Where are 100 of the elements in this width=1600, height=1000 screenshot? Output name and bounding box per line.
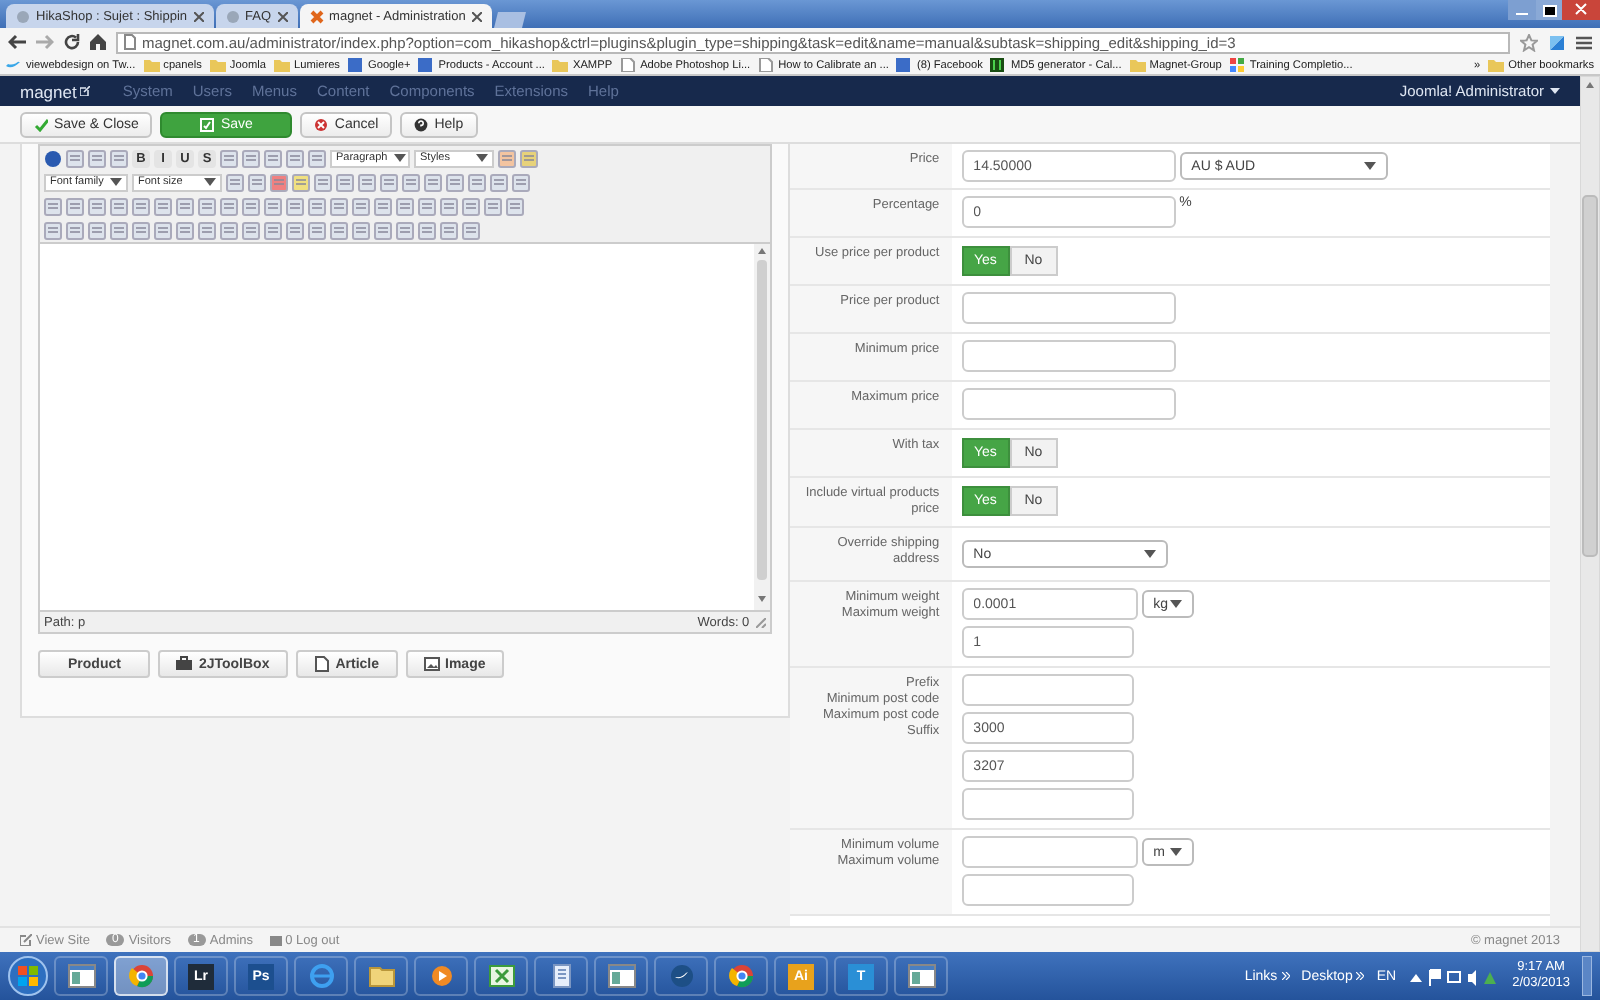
window-controls-icon[interactable]: [1508, 0, 1600, 20]
tool-icon[interactable]: [110, 149, 128, 167]
back-icon[interactable]: [8, 34, 26, 50]
menu-icon[interactable]: [1576, 35, 1592, 49]
brush-icon[interactable]: [520, 149, 538, 167]
tool-icon[interactable]: [264, 149, 282, 167]
start-button-icon[interactable]: [8, 956, 48, 996]
tool-icon[interactable]: [308, 221, 326, 239]
taskbar-app[interactable]: [714, 956, 768, 996]
tool-icon[interactable]: [242, 149, 260, 167]
tool-icon[interactable]: [286, 221, 304, 239]
taskbar-app[interactable]: [594, 956, 648, 996]
tool-icon[interactable]: [220, 197, 238, 215]
tool-icon[interactable]: [374, 221, 392, 239]
tool-icon[interactable]: [110, 221, 128, 239]
close-icon[interactable]: [277, 11, 288, 21]
show-desktop-icon[interactable]: [1582, 956, 1592, 996]
tool-icon[interactable]: [220, 221, 238, 239]
tool-icon[interactable]: [418, 221, 436, 239]
input-field[interactable]: [961, 788, 1134, 820]
tool-icon[interactable]: [226, 173, 244, 191]
tool-icon[interactable]: [198, 197, 216, 215]
tool-icon[interactable]: [270, 173, 288, 191]
reload-icon[interactable]: [64, 34, 80, 50]
input-field[interactable]: [961, 340, 1176, 372]
taskbar-app[interactable]: [894, 956, 948, 996]
input-field[interactable]: [961, 292, 1176, 324]
tool-icon[interactable]: [358, 173, 376, 191]
tool-icon[interactable]: [66, 221, 84, 239]
tool-icon[interactable]: [66, 197, 84, 215]
input-field[interactable]: [961, 874, 1134, 906]
tool-icon[interactable]: [440, 221, 458, 239]
resize-grip-icon[interactable]: [755, 617, 766, 627]
tool-icon[interactable]: [446, 173, 464, 191]
tool-icon[interactable]: [242, 221, 260, 239]
tool-icon[interactable]: [242, 197, 260, 215]
extension-icon[interactable]: [1548, 33, 1566, 51]
forward-icon[interactable]: [36, 34, 54, 50]
tool-icon[interactable]: [440, 197, 458, 215]
tool-icon[interactable]: [308, 149, 326, 167]
tool-icon[interactable]: [314, 173, 332, 191]
tool-icon[interactable]: [176, 197, 194, 215]
tool-icon[interactable]: [132, 221, 150, 239]
new-tab-icon[interactable]: [493, 12, 530, 28]
tool-icon[interactable]: [286, 197, 304, 215]
taskbar-app[interactable]: [414, 956, 468, 996]
tool-icon[interactable]: [264, 221, 282, 239]
tool-icon[interactable]: [468, 173, 486, 191]
tray-icons-drawing[interactable]: [1408, 967, 1501, 985]
tool-icon[interactable]: [154, 221, 172, 239]
taskbar-app[interactable]: [354, 956, 408, 996]
close-icon[interactable]: [471, 11, 482, 21]
star-icon[interactable]: [1520, 33, 1538, 51]
tool-icon[interactable]: [484, 197, 502, 215]
tool-icon[interactable]: [374, 197, 392, 215]
chevron-icon[interactable]: [1356, 972, 1365, 980]
tool-icon[interactable]: [88, 221, 106, 239]
taskbar-app[interactable]: [534, 956, 588, 996]
brand-name[interactable]: magnet: [20, 81, 91, 101]
chevron-icon[interactable]: [1281, 972, 1290, 980]
tool-icon[interactable]: [44, 197, 62, 215]
tool-icon[interactable]: [506, 197, 524, 215]
tool-icon[interactable]: [396, 221, 414, 239]
tool-icon[interactable]: [402, 173, 420, 191]
tool-icon[interactable]: [308, 197, 326, 215]
text-area[interactable]: [40, 242, 770, 612]
tool-icon[interactable]: [88, 197, 106, 215]
input-field[interactable]: [961, 836, 1138, 868]
close-icon[interactable]: [193, 11, 204, 21]
tool-icon[interactable]: [462, 221, 480, 239]
tool-icon[interactable]: [418, 197, 436, 215]
tool-icon[interactable]: [88, 149, 106, 167]
tool-icon[interactable]: [220, 149, 238, 167]
tool-icon[interactable]: [292, 173, 310, 191]
taskbar-app[interactable]: [114, 956, 168, 996]
tool-icon[interactable]: [154, 197, 172, 215]
tool-icon[interactable]: [330, 221, 348, 239]
tool-icon[interactable]: [396, 197, 414, 215]
brush-icon[interactable]: [498, 149, 516, 167]
tool-icon[interactable]: [380, 173, 398, 191]
tool-icon[interactable]: [424, 173, 442, 191]
tool-icon[interactable]: [490, 173, 508, 191]
tool-icon[interactable]: [330, 197, 348, 215]
tool-icon[interactable]: [352, 197, 370, 215]
taskbar-app[interactable]: [54, 956, 108, 996]
tool-icon[interactable]: [336, 173, 354, 191]
tool-icon[interactable]: [132, 197, 150, 215]
tool-icon[interactable]: [286, 149, 304, 167]
tool-icon[interactable]: [352, 221, 370, 239]
tool-icon[interactable]: [198, 221, 216, 239]
taskbar-app[interactable]: [474, 956, 528, 996]
home-icon[interactable]: [90, 34, 106, 50]
tool-icon[interactable]: [264, 197, 282, 215]
input-field[interactable]: [961, 388, 1176, 420]
tool-icon[interactable]: [248, 173, 266, 191]
tool-icon[interactable]: [176, 221, 194, 239]
tool-icon[interactable]: [44, 221, 62, 239]
input-field[interactable]: [961, 674, 1134, 706]
tool-icon[interactable]: [462, 197, 480, 215]
tool-icon[interactable]: [512, 173, 530, 191]
